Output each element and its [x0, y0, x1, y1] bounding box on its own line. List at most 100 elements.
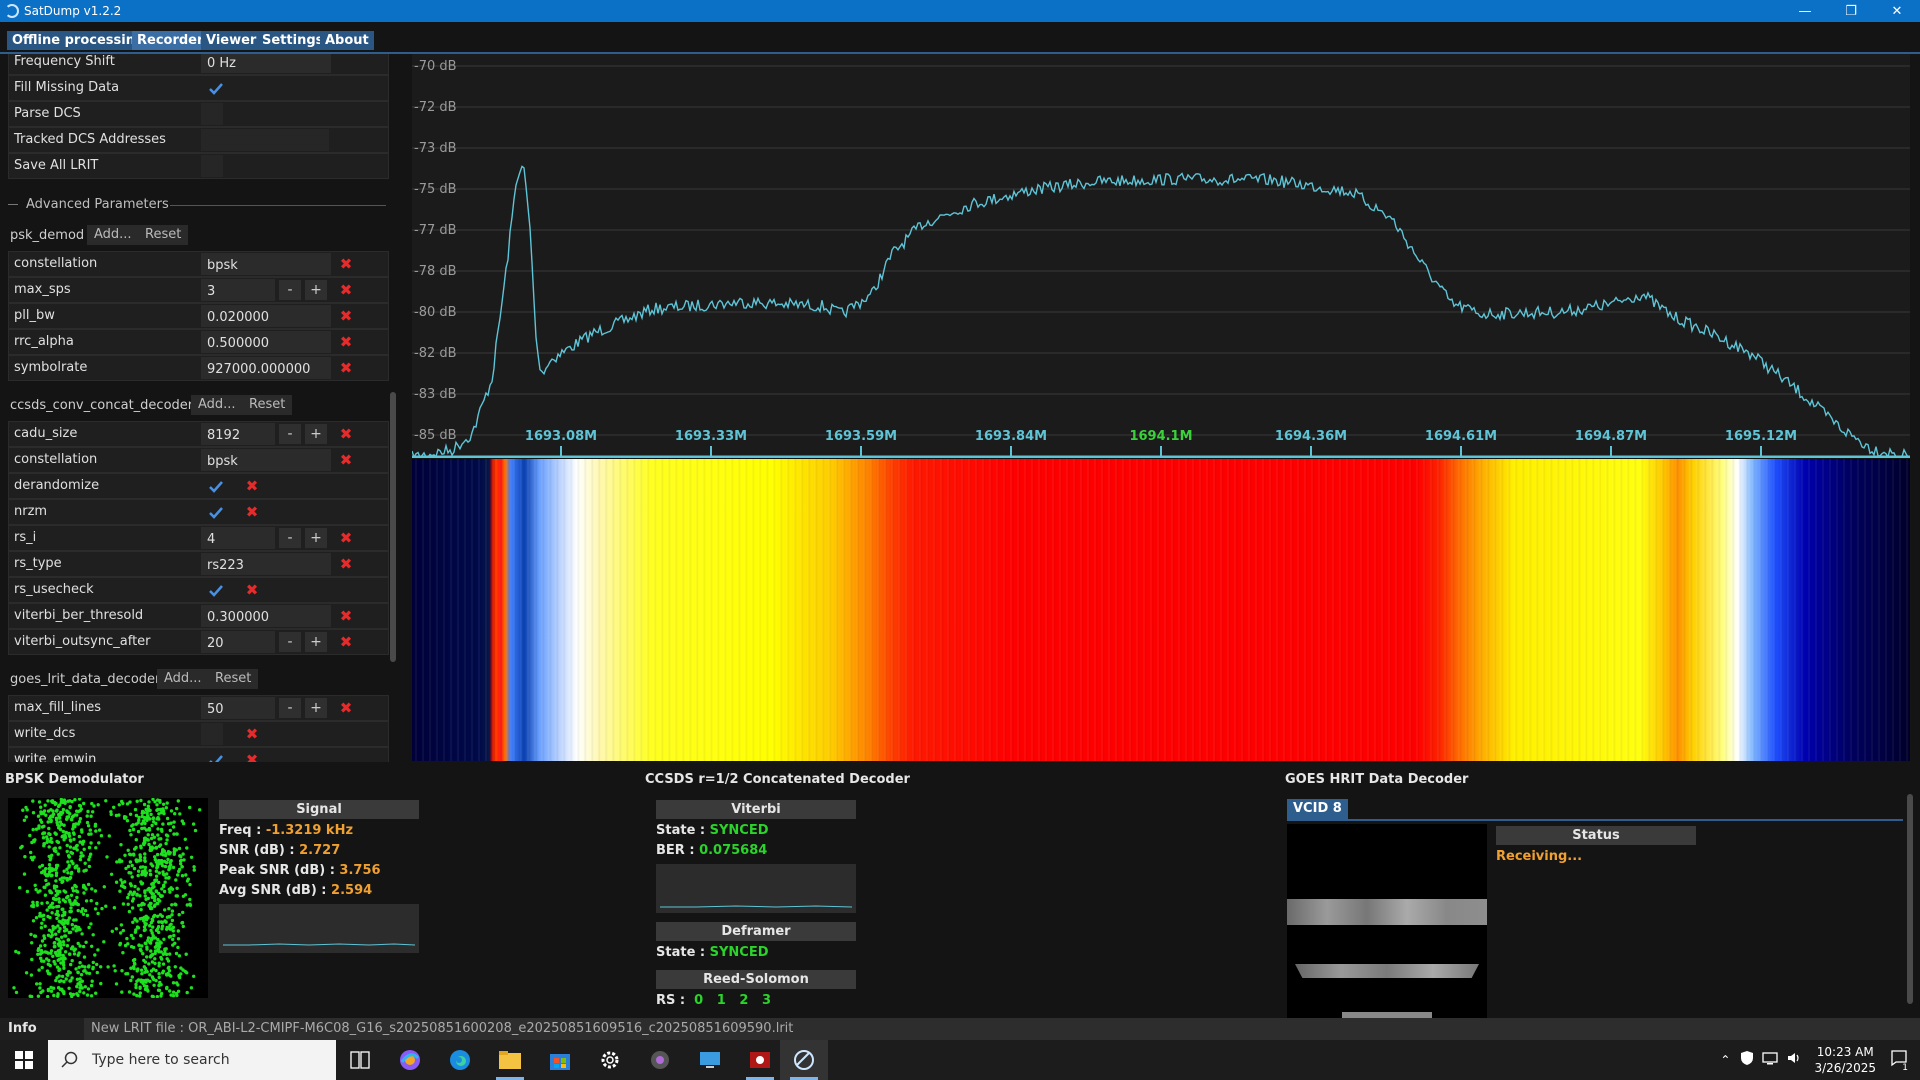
media-app-icon[interactable] — [636, 1040, 684, 1080]
remote-desktop-icon[interactable] — [686, 1040, 734, 1080]
tab-about[interactable]: About — [320, 31, 374, 50]
increment-button[interactable]: + — [305, 698, 327, 718]
microsoft-store-icon[interactable] — [536, 1040, 584, 1080]
nrzm-checkbox[interactable] — [207, 504, 225, 522]
notification-center-icon[interactable]: 1 — [1890, 1049, 1910, 1073]
frequency-tick-label: 1694.1M — [1129, 429, 1192, 444]
delete-param-icon[interactable]: ✖ — [337, 699, 355, 717]
ccsds-reset-button[interactable]: Reset — [242, 395, 293, 415]
frequency-shift-input[interactable]: 0 Hz — [201, 54, 331, 73]
tab-recorder[interactable]: Recorder — [132, 31, 209, 50]
chevron-up-icon[interactable]: ⌃ — [1720, 1053, 1730, 1067]
advanced-parameters-header[interactable]: Advanced Parameters — [8, 197, 386, 212]
rs-usecheck-checkbox[interactable] — [207, 582, 225, 600]
delete-param-icon[interactable]: ✖ — [243, 725, 261, 743]
ccsds-decoder-title: CCSDS r=1/2 Concatenated Decoder — [645, 772, 910, 787]
tab-offline-processing[interactable]: Offline processing — [7, 31, 150, 50]
increment-button[interactable]: + — [305, 528, 327, 548]
param-row-max-fill-lines: max_fill_lines 50 - + ✖ — [8, 695, 389, 721]
taskbar-clock[interactable]: 10:23 AM 3/26/2025 — [1814, 1044, 1876, 1076]
max-sps-input[interactable]: 3 — [201, 279, 275, 301]
increment-button[interactable]: + — [305, 280, 327, 300]
constellation-input[interactable]: bpsk — [201, 449, 331, 471]
network-icon[interactable] — [1762, 1051, 1779, 1069]
vcid-8-tab[interactable]: VCID 8 — [1287, 799, 1348, 819]
derandomize-checkbox[interactable] — [207, 478, 225, 496]
tracked-dcs-addresses-input[interactable] — [201, 129, 329, 151]
write-dcs-checkbox[interactable] — [201, 723, 223, 745]
pipeline-parameters-panel: Frequency Shift 0 Hz Fill Missing Data P… — [0, 54, 398, 762]
max-fill-lines-input[interactable]: 50 — [201, 697, 275, 719]
pll-bw-input[interactable]: 0.020000 — [201, 305, 331, 327]
frequency-tick-label: 1695.12M — [1725, 429, 1797, 444]
fft-spectrum-plot[interactable]: -70 dB -72 dB -73 dB -75 dB -77 dB -78 dB -80 … — [412, 54, 1910, 458]
delete-param-icon[interactable]: ✖ — [337, 333, 355, 351]
viterbi-outsync-after-input[interactable]: 20 — [201, 631, 275, 653]
ccsds-add-button[interactable]: Add... — [191, 395, 243, 415]
psk-demod-reset-button[interactable]: Reset — [138, 225, 189, 245]
param-row-nrzm: nrzm ✖ — [8, 499, 389, 525]
waterfall-display[interactable] — [412, 459, 1910, 761]
symbolrate-input[interactable]: 927000.000000 — [201, 357, 331, 379]
delete-param-icon[interactable]: ✖ — [337, 607, 355, 625]
delete-param-icon[interactable]: ✖ — [243, 503, 261, 521]
copilot-icon[interactable] — [386, 1040, 434, 1080]
increment-button[interactable]: + — [305, 632, 327, 652]
taskbar-search-box[interactable]: Type here to search — [48, 1040, 336, 1080]
search-icon — [61, 1051, 78, 1068]
cadu-size-input[interactable]: 8192 — [201, 423, 275, 445]
rs-type-input[interactable]: rs223 — [201, 553, 331, 575]
windows-start-icon[interactable] — [0, 1040, 48, 1080]
tab-settings[interactable]: Settings — [257, 31, 329, 50]
decrement-button[interactable]: - — [279, 632, 301, 652]
rs-i-input[interactable]: 4 — [201, 527, 275, 549]
sdr-app-icon[interactable] — [736, 1040, 784, 1080]
delete-param-icon[interactable]: ✖ — [243, 581, 261, 599]
viterbi-ber-thresold-input[interactable]: 0.300000 — [201, 605, 331, 627]
decrement-button[interactable]: - — [279, 528, 301, 548]
save-all-lrit-checkbox[interactable] — [201, 155, 223, 177]
delete-param-icon[interactable]: ✖ — [337, 529, 355, 547]
edge-browser-icon[interactable] — [436, 1040, 484, 1080]
volume-icon[interactable] — [1786, 1051, 1802, 1069]
delete-param-icon[interactable]: ✖ — [337, 281, 355, 299]
constellation-input[interactable]: bpsk — [201, 253, 331, 275]
parameters-scrollbar[interactable] — [390, 392, 396, 662]
decrement-button[interactable]: - — [279, 698, 301, 718]
delete-param-icon[interactable]: ✖ — [337, 255, 355, 273]
db-tick-label: -70 dB — [414, 59, 457, 74]
main-tabs: Offline processing Recorder Viewer Setti… — [0, 22, 1920, 54]
write-emwin-checkbox[interactable] — [207, 752, 225, 762]
goes-lrit-add-button[interactable]: Add... — [157, 669, 209, 689]
signal-header: Signal — [219, 800, 419, 819]
settings-gear-icon[interactable] — [586, 1040, 634, 1080]
goes-panel-scrollbar[interactable] — [1907, 794, 1913, 1004]
satdump-logo-icon — [5, 4, 19, 18]
param-name: cadu_size — [14, 426, 78, 441]
psk-demod-add-button[interactable]: Add... — [87, 225, 139, 245]
file-explorer-icon[interactable] — [486, 1040, 534, 1080]
delete-param-icon[interactable]: ✖ — [337, 555, 355, 573]
fill-missing-data-checkbox[interactable] — [207, 80, 225, 98]
increment-button[interactable]: + — [305, 424, 327, 444]
security-shield-icon[interactable] — [1740, 1050, 1754, 1070]
decrement-button[interactable]: - — [279, 280, 301, 300]
parse-dcs-checkbox[interactable] — [201, 103, 223, 125]
goes-lrit-reset-button[interactable]: Reset — [208, 669, 259, 689]
delete-param-icon[interactable]: ✖ — [337, 451, 355, 469]
decrement-button[interactable]: - — [279, 424, 301, 444]
param-name: constellation — [14, 256, 98, 271]
tab-viewer[interactable]: Viewer — [201, 31, 262, 50]
close-button[interactable]: ✕ — [1874, 0, 1920, 22]
delete-param-icon[interactable]: ✖ — [337, 359, 355, 377]
maximize-button[interactable]: ❐ — [1828, 0, 1874, 22]
minimize-button[interactable]: — — [1782, 0, 1828, 22]
delete-param-icon[interactable]: ✖ — [243, 477, 261, 495]
satdump-taskbar-icon[interactable] — [780, 1040, 828, 1080]
rrc-alpha-input[interactable]: 0.500000 — [201, 331, 331, 353]
delete-param-icon[interactable]: ✖ — [243, 751, 261, 762]
delete-param-icon[interactable]: ✖ — [337, 307, 355, 325]
delete-param-icon[interactable]: ✖ — [337, 633, 355, 651]
delete-param-icon[interactable]: ✖ — [337, 425, 355, 443]
task-view-icon[interactable] — [336, 1040, 384, 1080]
